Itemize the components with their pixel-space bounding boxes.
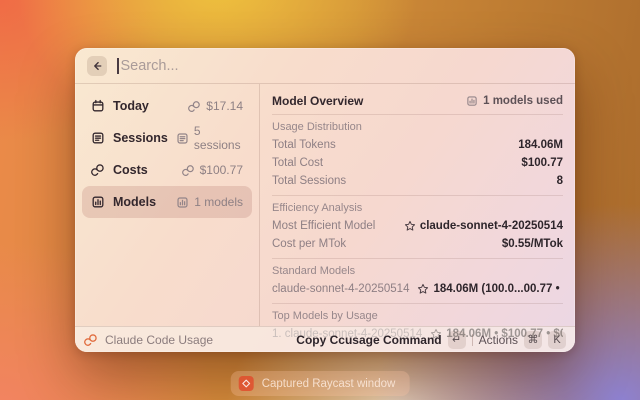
section-heading: Usage Distribution: [272, 121, 563, 133]
sidebar-item-label: Models: [113, 195, 156, 209]
action-bar-separator: [472, 334, 473, 346]
calendar-icon: [91, 99, 105, 113]
sidebar-item-accessory-text: $17.14: [206, 99, 243, 113]
sidebar-item-accessory-text: 1 models: [194, 195, 243, 209]
divider: [272, 114, 563, 115]
k-key-badge: K: [548, 331, 566, 349]
main-content: Today $17.14 Sessions: [75, 84, 575, 326]
sidebar-list: Today $17.14 Sessions: [75, 84, 259, 326]
list-icon: [91, 131, 105, 145]
raycast-capture-icon: [239, 376, 254, 391]
divider: [272, 195, 563, 196]
section-heading: Efficiency Analysis: [272, 202, 563, 214]
desktop-background: Search... Today $17.14: [0, 0, 640, 400]
back-button[interactable]: [87, 56, 107, 76]
metadata-row-total-tokens: Total Tokens 184.06M: [272, 136, 563, 154]
action-bar: Claude Code Usage Copy Ccusage Command ↵…: [75, 326, 575, 352]
back-arrow-icon: [91, 60, 103, 72]
divider: [272, 258, 563, 259]
metadata-row-total-sessions: Total Sessions 8: [272, 172, 563, 190]
sidebar-item-accessory: 1 models: [176, 195, 243, 209]
raycast-window: Search... Today $17.14: [75, 48, 575, 352]
sidebar-item-accessory: 5 sessions: [176, 124, 243, 152]
action-bar-right: Copy Ccusage Command ↵ Actions ⌘ K: [296, 331, 566, 349]
coins-icon: [182, 164, 195, 177]
coins-icon: [84, 333, 98, 347]
search-bar: Search...: [75, 48, 575, 84]
sidebar-item-costs[interactable]: Costs $100.77: [82, 154, 252, 186]
sidebar-item-accessory: $17.14: [188, 99, 243, 113]
section-heading: Standard Models: [272, 265, 563, 277]
standard-model-stats: 184.06M (100.0...00.77 • 8 sessions: [433, 283, 563, 295]
toast-message: Captured Raycast window: [262, 378, 396, 390]
divider: [272, 303, 563, 304]
metadata-row-total-cost: Total Cost $100.77: [272, 154, 563, 172]
models-used-text: 1 models used: [483, 95, 563, 107]
star-icon: [417, 283, 429, 295]
text-caret: [117, 58, 119, 74]
sidebar-item-label: Today: [113, 99, 149, 113]
sidebar-item-accessory-text: 5 sessions: [194, 124, 243, 152]
command-key-badge: ⌘: [524, 331, 542, 349]
list-icon: [176, 132, 189, 145]
actions-button[interactable]: Actions ⌘ K: [479, 331, 566, 349]
search-input[interactable]: Search...: [117, 48, 563, 83]
search-placeholder: Search...: [121, 58, 179, 74]
bar-chart-icon: [466, 95, 478, 107]
sidebar-item-label: Sessions: [113, 131, 168, 145]
detail-header: Model Overview 1 models used: [272, 89, 563, 112]
coins-icon: [188, 100, 201, 113]
bar-chart-icon: [91, 195, 105, 209]
detail-panel: Model Overview 1 models used Usage Distr…: [260, 84, 575, 326]
sidebar-item-accessory: $100.77: [182, 163, 243, 177]
metadata-row-most-efficient: Most Efficient Model claude-sonnet-4-202…: [272, 217, 563, 235]
section-heading: Top Models by Usage: [272, 310, 563, 322]
return-key-badge: ↵: [448, 331, 466, 349]
sidebar-item-label: Costs: [113, 163, 148, 177]
coins-icon: [91, 163, 105, 177]
sidebar-item-today[interactable]: Today $17.14: [82, 90, 252, 122]
detail-title: Model Overview: [272, 94, 363, 108]
capture-toast: Captured Raycast window: [231, 371, 410, 396]
sidebar-item-accessory-text: $100.77: [200, 163, 243, 177]
sidebar-item-models[interactable]: Models 1 models: [82, 186, 252, 218]
metadata-row-standard-model: claude-sonnet-4-20250514 184.06M (100.0.…: [272, 280, 563, 298]
metadata-row-cost-per-mtok: Cost per MTok $0.55/MTok: [272, 235, 563, 253]
sidebar-item-sessions[interactable]: Sessions 5 sessions: [82, 122, 252, 154]
most-efficient-model-value: claude-sonnet-4-20250514: [420, 220, 563, 232]
bar-chart-icon: [176, 196, 189, 209]
copy-ccusage-command-button[interactable]: Copy Ccusage Command ↵: [296, 331, 465, 349]
star-icon: [404, 220, 416, 232]
extension-title: Claude Code Usage: [105, 333, 213, 347]
models-used-badge: 1 models used: [466, 95, 563, 107]
